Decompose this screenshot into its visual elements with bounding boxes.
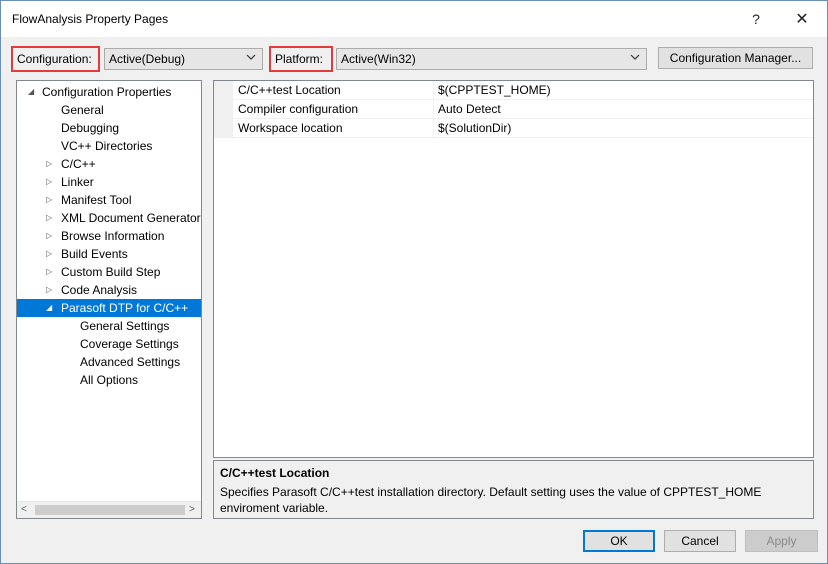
cancel-button[interactable]: Cancel [664,530,736,552]
tree-item[interactable]: All Options [17,371,201,389]
tree-item-label: General Settings [80,319,170,333]
expand-arrow-icon[interactable]: ▷ [46,209,52,227]
tree-item[interactable]: ▷ Build Events [17,245,201,263]
help-button[interactable]: ? [736,7,776,31]
scroll-thumb[interactable] [35,505,185,515]
expand-arrow-icon[interactable]: ▷ [46,263,52,281]
configuration-manager-button[interactable]: Configuration Manager... [658,47,813,69]
property-name: Workspace location [214,119,434,138]
close-button[interactable]: ✕ [782,7,822,31]
category-tree[interactable]: ◢ Configuration Properties General Debuggin… [16,80,202,519]
scroll-right-icon[interactable]: > [189,504,195,515]
description-text: Specifies Parasoft C/C++test installatio… [220,485,762,515]
property-name: C/C++test Location [214,81,434,100]
property-row[interactable]: C/C++test Location $(CPPTEST_HOME) [214,81,813,100]
tree-item-label: XML Document Generator [61,211,201,225]
platform-label: Platform: [269,46,333,72]
horizontal-scrollbar[interactable]: < > [17,501,201,518]
platform-label-text: Platform: [275,52,324,66]
expand-arrow-icon[interactable]: ▷ [46,155,52,173]
tree-item[interactable]: ◢ Parasoft DTP for C/C++ [17,299,201,317]
expand-arrow-icon[interactable]: ▷ [46,245,52,263]
property-grid[interactable]: C/C++test Location $(CPPTEST_HOME) Compi… [213,80,814,458]
property-value[interactable]: $(SolutionDir) [434,119,511,138]
tree-item[interactable]: ▷ XML Document Generator [17,209,201,227]
tree-item[interactable]: ▷ Browse Information [17,227,201,245]
description-title: C/C++test Location [220,466,330,480]
tree-item[interactable]: ▷ C/C++ [17,155,201,173]
scroll-left-icon[interactable]: < [21,504,27,515]
tree-item[interactable]: General [17,101,201,119]
tree-item[interactable]: ▷ Manifest Tool [17,191,201,209]
tree-item[interactable]: ▷ Custom Build Step [17,263,201,281]
tree-item[interactable]: Advanced Settings [17,353,201,371]
chevron-down-icon [246,53,256,64]
tree-item-label: C/C++ [61,157,96,171]
property-name: Compiler configuration [214,100,434,119]
property-row[interactable]: Compiler configuration Auto Detect [214,100,813,119]
tree-item[interactable]: VC++ Directories [17,137,201,155]
platform-value: Active(Win32) [341,52,416,66]
ok-button[interactable]: OK [583,530,655,552]
tree-item-label: Coverage Settings [80,337,179,351]
window-title: FlowAnalysis Property Pages [12,12,169,26]
property-value[interactable]: $(CPPTEST_HOME) [434,81,551,100]
tree-item-label: General [61,103,104,117]
tree-item-label: Debugging [61,121,120,135]
platform-dropdown[interactable]: Active(Win32) [336,48,647,70]
tree-item[interactable]: ▷ Code Analysis [17,281,201,299]
tree-item-label: All Options [80,373,139,387]
tree-item[interactable]: Coverage Settings [17,335,201,353]
expand-arrow-icon[interactable]: ▷ [46,227,52,245]
tree-item-label: VC++ Directories [61,139,153,153]
expand-arrow-icon[interactable]: ▷ [46,173,52,191]
tree-item-label: Parasoft DTP for C/C++ [61,301,189,315]
tree-item[interactable]: General Settings [17,317,201,335]
tree-item-label: Build Events [61,247,128,261]
property-row[interactable]: Workspace location $(SolutionDir) [214,119,813,138]
expand-arrow-icon[interactable]: ▷ [46,281,52,299]
tree-item-label: Advanced Settings [80,355,181,369]
configuration-label: Configuration: [11,46,100,72]
tree-item-label: Manifest Tool [61,193,132,207]
tree-item[interactable]: Debugging [17,119,201,137]
expand-arrow-icon[interactable]: ▷ [46,191,52,209]
collapse-arrow-icon[interactable]: ◢ [28,83,34,101]
tree-item-label: Code Analysis [61,283,138,297]
tree-item-label: Linker [61,175,94,189]
property-pages-dialog: FlowAnalysis Property Pages ? ✕ Configur… [0,0,828,564]
configuration-dropdown[interactable]: Active(Debug) [104,48,263,70]
tree-item[interactable]: ▷ Linker [17,173,201,191]
description-panel: C/C++test Location Specifies Parasoft C/… [213,460,814,519]
tree-item-label: Configuration Properties [42,85,172,99]
collapse-arrow-icon[interactable]: ◢ [46,299,52,317]
property-value[interactable]: Auto Detect [434,100,501,119]
title-bar: FlowAnalysis Property Pages ? ✕ [1,1,827,37]
tree-item-label: Custom Build Step [61,265,161,279]
apply-button[interactable]: Apply [745,530,818,552]
tree-item-label: Browse Information [61,229,165,243]
configuration-value: Active(Debug) [109,52,186,66]
configuration-label-text: Configuration: [17,52,92,66]
chevron-down-icon [630,53,640,64]
tree-item[interactable]: ◢ Configuration Properties [17,83,201,101]
